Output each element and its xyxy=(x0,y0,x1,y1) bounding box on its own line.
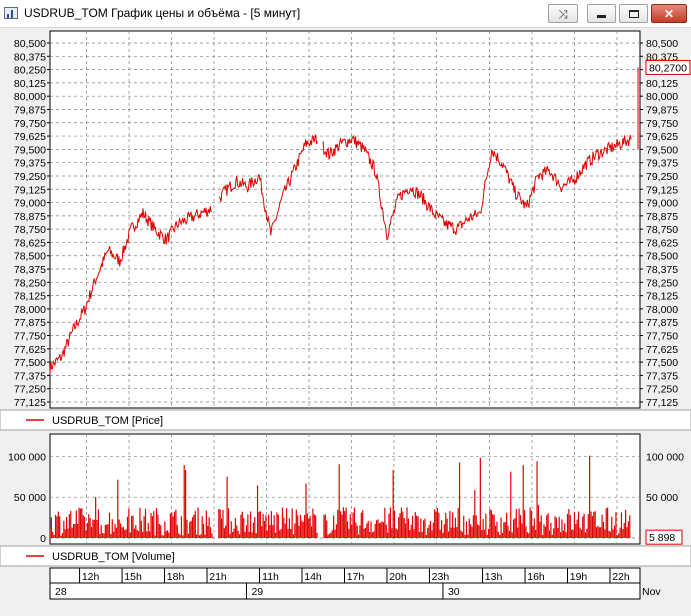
price-tick-label-right: 80,000 xyxy=(646,91,678,103)
month-label: Nov xyxy=(642,586,661,598)
price-tick-label-right: 79,625 xyxy=(646,131,678,143)
price-tick-label-left: 79,625 xyxy=(14,131,46,143)
chart-app-icon xyxy=(4,7,18,19)
price-tick-label-right: 78,000 xyxy=(646,304,678,316)
pin-icon: ⤨ xyxy=(558,6,568,21)
volume-tick-label-left: 100 000 xyxy=(8,451,46,463)
price-tick-label-right: 78,750 xyxy=(646,224,678,236)
day-label: 28 xyxy=(55,586,67,598)
price-tick-label-right: 77,500 xyxy=(646,357,678,369)
price-tick-label-left: 77,750 xyxy=(14,331,46,343)
price-tick-label-left: 79,875 xyxy=(14,104,46,116)
price-tick-label-left: 79,000 xyxy=(14,198,46,210)
price-tick-label-right: 78,375 xyxy=(646,264,678,276)
price-tick-label-right: 77,875 xyxy=(646,317,678,329)
price-tick-label-right: 77,125 xyxy=(646,397,678,409)
day-label: 29 xyxy=(251,586,263,598)
price-tick-label-left: 78,875 xyxy=(14,211,46,223)
price-tick-label-left: 77,375 xyxy=(14,370,46,382)
hour-label: 14h xyxy=(304,571,322,583)
price-tick-label-right: 77,625 xyxy=(646,344,678,356)
window-title: USDRUB_TOM График цены и объёма - [5 мин… xyxy=(24,6,301,20)
price-tick-label-left: 78,375 xyxy=(14,264,46,276)
price-tick-label-right: 77,750 xyxy=(646,331,678,343)
price-tick-label-right: 77,250 xyxy=(646,384,678,396)
price-tick-label-left: 77,625 xyxy=(14,344,46,356)
hour-label: 16h xyxy=(527,571,545,583)
price-tick-label-left: 79,125 xyxy=(14,184,46,196)
close-icon: ✕ xyxy=(663,6,675,21)
chart-panel: 80,50080,50080,37580,37580,25080,25080,1… xyxy=(0,28,691,616)
price-tick-label-left: 79,375 xyxy=(14,158,46,170)
price-tick-label-right: 79,125 xyxy=(646,184,678,196)
hour-label: 17h xyxy=(347,571,365,583)
price-tick-label-right: 79,375 xyxy=(646,158,678,170)
hour-label: 13h xyxy=(485,571,503,583)
minimize-button[interactable] xyxy=(587,4,616,23)
price-tick-label-left: 80,500 xyxy=(14,38,46,50)
maximize-icon xyxy=(628,9,639,18)
price-tick-label-right: 80,500 xyxy=(646,38,678,50)
price-tick-label-left: 78,125 xyxy=(14,291,46,303)
price-tick-label-right: 79,750 xyxy=(646,118,678,130)
price-tick-label-right: 78,875 xyxy=(646,211,678,223)
price-tick-label-right: 79,500 xyxy=(646,144,678,156)
price-tick-label-right: 77,375 xyxy=(646,370,678,382)
price-tick-label-left: 78,750 xyxy=(14,224,46,236)
price-tick-label-left: 78,000 xyxy=(14,304,46,316)
price-tick-label-left: 80,250 xyxy=(14,65,46,77)
close-button[interactable]: ✕ xyxy=(651,4,687,23)
price-tick-label-left: 80,000 xyxy=(14,91,46,103)
price-tick-label-left: 77,500 xyxy=(14,357,46,369)
price-tick-label-left: 80,375 xyxy=(14,51,46,63)
price-tick-label-right: 78,250 xyxy=(646,277,678,289)
price-tick-label-left: 78,250 xyxy=(14,277,46,289)
volume-tick-label-left: 0 xyxy=(40,533,46,545)
price-tick-label-right: 79,875 xyxy=(646,104,678,116)
price-tick-label-left: 79,250 xyxy=(14,171,46,183)
hour-label: 22h xyxy=(612,571,630,583)
price-tick-label-left: 79,500 xyxy=(14,144,46,156)
price-tick-label-right: 79,250 xyxy=(646,171,678,183)
hour-label: 23h xyxy=(432,571,450,583)
price-tick-label-left: 79,750 xyxy=(14,118,46,130)
hour-label: 15h xyxy=(124,571,142,583)
pin-button[interactable]: ⤨ xyxy=(548,4,578,23)
hour-label: 19h xyxy=(570,571,588,583)
price-tick-label-left: 78,500 xyxy=(14,251,46,263)
price-tick-label-left: 77,125 xyxy=(14,397,46,409)
chart-canvas[interactable]: 80,50080,50080,37580,37580,25080,25080,1… xyxy=(0,28,691,616)
price-tick-label-right: 79,000 xyxy=(646,198,678,210)
volume-legend-label: USDRUB_TOM [Volume] xyxy=(52,551,175,563)
price-tick-label-right: 78,500 xyxy=(646,251,678,263)
volume-tick-label-left: 50 000 xyxy=(14,492,46,504)
title-bar: USDRUB_TOM График цены и объёма - [5 мин… xyxy=(0,0,691,28)
price-tick-label-left: 77,250 xyxy=(14,384,46,396)
volume-tick-label-right: 50 000 xyxy=(646,492,678,504)
hour-label: 12h xyxy=(82,571,100,583)
price-tick-label-left: 78,625 xyxy=(14,237,46,249)
hour-label: 21h xyxy=(209,571,227,583)
price-tick-label-right: 80,125 xyxy=(646,78,678,90)
price-tick-label-right: 78,625 xyxy=(646,237,678,249)
price-tick-label-left: 80,125 xyxy=(14,78,46,90)
day-label: 30 xyxy=(448,586,460,598)
volume-last-value: 5 898 xyxy=(649,532,675,544)
price-legend-label: USDRUB_TOM [Price] xyxy=(52,415,163,427)
volume-tick-label-right: 100 000 xyxy=(646,451,684,463)
price-tick-label-left: 77,875 xyxy=(14,317,46,329)
hour-label: 18h xyxy=(167,571,185,583)
price-last-value: 80,2700 xyxy=(649,62,687,74)
price-tick-label-right: 78,125 xyxy=(646,291,678,303)
maximize-button[interactable] xyxy=(619,4,648,23)
minimize-icon xyxy=(597,15,606,18)
hour-label: 20h xyxy=(389,571,407,583)
hour-label: 11h xyxy=(262,571,279,583)
